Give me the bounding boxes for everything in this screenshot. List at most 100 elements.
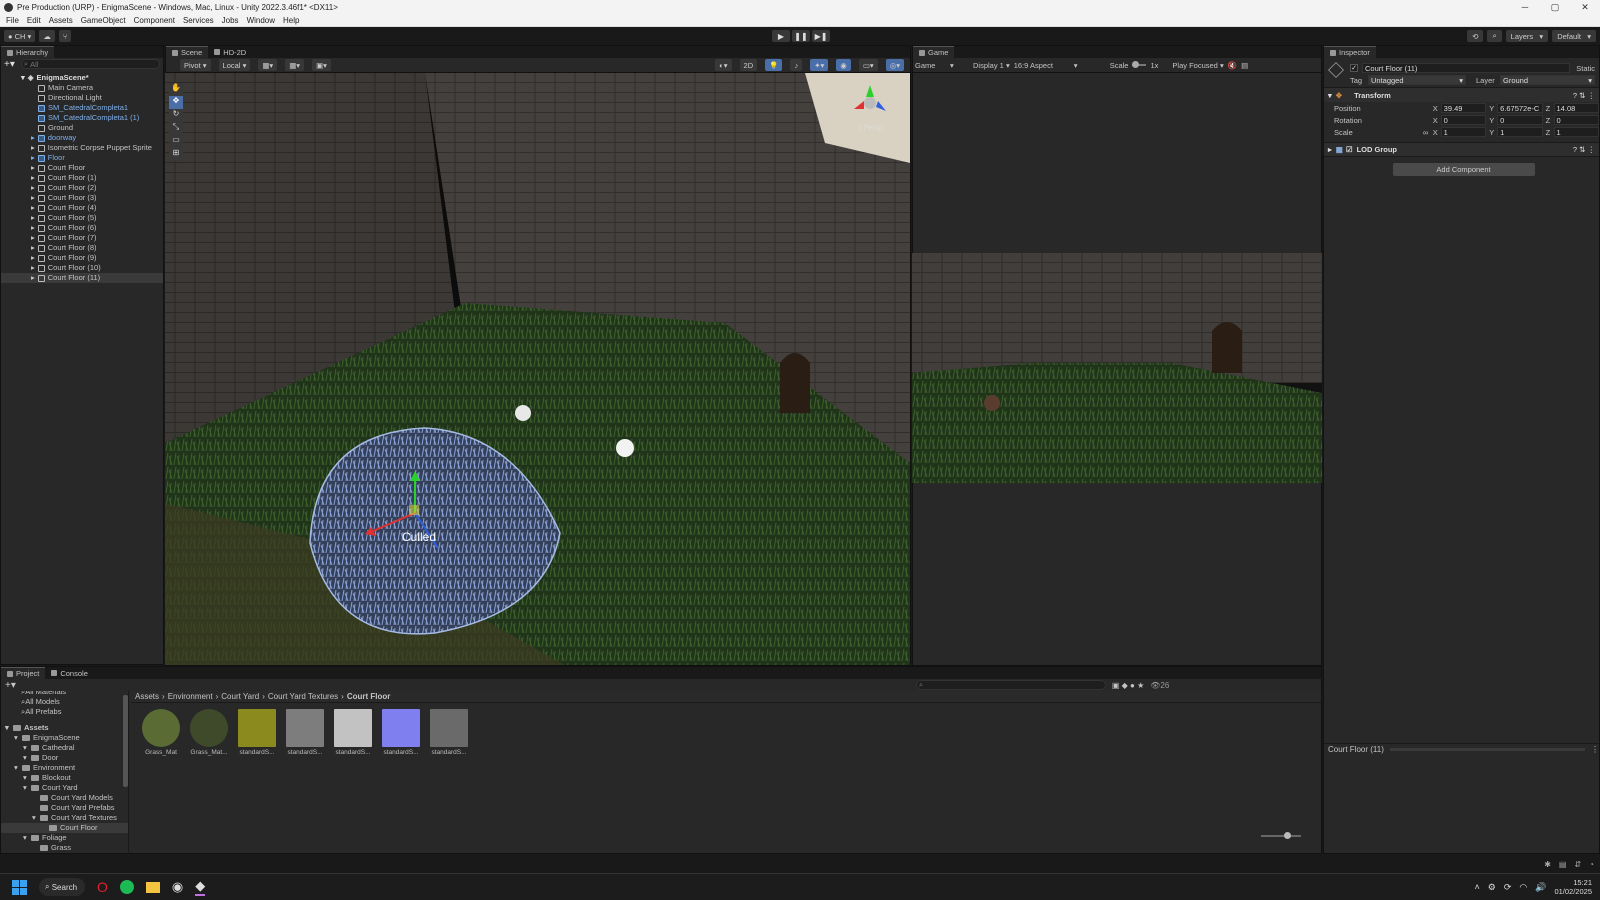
tab-game[interactable]: Game: [913, 46, 955, 58]
gizmos-dropdown[interactable]: ◎▾: [885, 59, 904, 71]
breadcrumb-item[interactable]: Environment: [168, 692, 213, 701]
layout-dropdown[interactable]: Default ▾: [1552, 30, 1596, 42]
network-icon[interactable]: ⇵: [1574, 860, 1581, 869]
expand-arrow-icon[interactable]: ▸: [31, 203, 35, 213]
mode-2d-button[interactable]: 2D: [739, 59, 758, 71]
expand-arrow-icon[interactable]: ▸: [31, 233, 35, 243]
expand-arrow-icon[interactable]: ▾: [32, 813, 40, 823]
expand-arrow-icon[interactable]: ▸: [31, 273, 35, 283]
gizmo-center[interactable]: [409, 505, 419, 515]
hierarchy-item[interactable]: ▸ Court Floor (4): [1, 203, 163, 213]
object-name-field[interactable]: Court Floor (11): [1362, 63, 1571, 73]
asset-item[interactable]: standardS...: [333, 709, 373, 756]
unity-hub-icon[interactable]: ◆: [195, 878, 206, 896]
account-button[interactable]: ● CH ▾: [4, 30, 36, 42]
tag-dropdown[interactable]: Untagged ▾: [1368, 75, 1466, 85]
hidden-objects-button[interactable]: ◉: [836, 59, 851, 71]
hierarchy-item[interactable]: ▸ Court Floor (9): [1, 253, 163, 263]
constrain-proportions-icon[interactable]: ∞: [1423, 128, 1433, 137]
draw-mode-dropdown[interactable]: ◐▾: [715, 59, 732, 71]
project-folder-item[interactable]: ▾ Court Yard Textures: [1, 813, 128, 823]
hierarchy-item[interactable]: ▸ Court Floor: [1, 163, 163, 173]
expand-arrow-icon[interactable]: ▸: [31, 173, 35, 183]
file-explorer-icon[interactable]: [145, 881, 160, 893]
expand-arrow-icon[interactable]: ▸: [31, 243, 35, 253]
project-folder-item[interactable]: ▾ Foliage: [1, 833, 128, 843]
hierarchy-item[interactable]: ▸ Court Floor (10): [1, 263, 163, 273]
menu-gameobject[interactable]: GameObject: [81, 16, 126, 25]
clock[interactable]: 15:21 01/02/2025: [1554, 878, 1592, 896]
asset-item[interactable]: standardS...: [285, 709, 325, 756]
pause-button[interactable]: ❚❚: [792, 30, 810, 42]
play-mode-dropdown[interactable]: Play Focused ▾: [1172, 61, 1223, 70]
scale-tool-icon[interactable]: ⤡: [173, 122, 179, 135]
hierarchy-item[interactable]: SM_CatedralCompleta1 (1): [1, 113, 163, 123]
game-viewport[interactable]: [912, 253, 1322, 483]
hierarchy-item[interactable]: ▸ Court Floor (1): [1, 173, 163, 183]
spotify-icon[interactable]: [119, 880, 134, 894]
scale-slider[interactable]: [1132, 61, 1147, 68]
play-button[interactable]: ▶: [772, 30, 790, 42]
expand-arrow-icon[interactable]: ▸: [31, 253, 35, 263]
expand-arrow-icon[interactable]: ▾: [14, 733, 22, 743]
breadcrumb-item[interactable]: Court Floor: [347, 692, 391, 701]
menu-jobs[interactable]: Jobs: [222, 16, 239, 25]
project-folder-item[interactable]: ▾ Cathedral: [1, 743, 128, 753]
layers-dropdown[interactable]: Layers ▾: [1505, 30, 1549, 42]
cloud-button[interactable]: ☁: [39, 30, 55, 42]
rotation-z[interactable]: 0: [1553, 115, 1600, 125]
expand-arrow-icon[interactable]: ▸: [31, 183, 35, 193]
tray-sync-icon[interactable]: ⟳: [1504, 882, 1512, 893]
lod-group-header[interactable]: ▸ ▦ ☑ LOD Group ? ⇅ ⋮: [1324, 143, 1599, 157]
grid-snap-button[interactable]: ▦▾: [258, 59, 278, 71]
position-y[interactable]: 6.67572e-C: [1497, 103, 1543, 113]
mute-audio-icon[interactable]: 🔇: [1228, 61, 1237, 70]
tab-hierarchy[interactable]: Hierarchy: [1, 46, 55, 58]
tab-inspector[interactable]: Inspector: [1324, 46, 1376, 58]
create-asset-icon[interactable]: +▾: [5, 680, 16, 691]
asset-size-slider-knob[interactable]: [1284, 832, 1291, 839]
audio-toggle-button[interactable]: ♪: [790, 59, 803, 71]
breadcrumb-item[interactable]: Assets: [135, 692, 159, 701]
menu-component[interactable]: Component: [134, 16, 175, 25]
expand-arrow-icon[interactable]: ▸: [31, 223, 35, 233]
hierarchy-search-input[interactable]: ⌕ All: [20, 59, 160, 69]
breadcrumb-item[interactable]: Court Yard: [221, 692, 259, 701]
scale-y[interactable]: 1: [1497, 127, 1543, 137]
taskbar-search[interactable]: ⌕ Search: [39, 878, 85, 896]
position-z[interactable]: 14.08: [1553, 103, 1600, 113]
asset-filter-icons[interactable]: ▣ ◆ ● ★: [1112, 681, 1144, 690]
hand-tool-icon[interactable]: ✋: [171, 83, 181, 96]
rotate-tool-icon[interactable]: ↻: [173, 109, 180, 122]
tab-scene[interactable]: Scene: [166, 46, 209, 58]
tab-console[interactable]: Console: [45, 667, 94, 679]
project-folder-item[interactable]: ▾ Assets: [1, 723, 128, 733]
lighting-toggle-button[interactable]: 💡: [765, 59, 783, 71]
rotation-y[interactable]: 0: [1497, 115, 1543, 125]
expand-arrow-icon[interactable]: ▸: [31, 163, 35, 173]
asset-item[interactable]: standardS...: [237, 709, 277, 756]
orientation-gizmo[interactable]: < Persp: [850, 83, 890, 132]
preview-resize-handle[interactable]: [1389, 748, 1585, 751]
pivot-dropdown[interactable]: Pivot ▾: [180, 59, 211, 71]
game-mode-dropdown[interactable]: Game ▾: [915, 61, 969, 70]
camera-settings-button[interactable]: ▭▾: [858, 59, 878, 71]
hierarchy-item[interactable]: ▸ Court Floor (8): [1, 243, 163, 253]
expand-arrow-icon[interactable]: ▸: [31, 263, 35, 273]
project-folder-item[interactable]: ▾ Door: [1, 753, 128, 763]
expand-arrow-icon[interactable]: ▸: [31, 213, 35, 223]
volume-icon[interactable]: 🔊: [1535, 882, 1546, 893]
asset-item[interactable]: Grass_Mat...: [189, 709, 229, 756]
project-folder-item[interactable]: ▾ Court Yard: [1, 783, 128, 793]
tray-chevron-icon[interactable]: ˄: [1474, 882, 1479, 892]
hierarchy-item[interactable]: Ground: [1, 123, 163, 133]
transform-header[interactable]: ▾ ✥ Transform ? ⇅ ⋮: [1324, 88, 1599, 102]
project-folder-item[interactable]: Court Yard Prefabs: [1, 803, 128, 813]
menu-file[interactable]: File: [6, 16, 19, 25]
hierarchy-item[interactable]: ▸ Court Floor (7): [1, 233, 163, 243]
hierarchy-item[interactable]: ▸ Court Floor (5): [1, 213, 163, 223]
local-dropdown[interactable]: Local ▾: [218, 59, 251, 71]
scene-viewport[interactable]: Culled ✋ ✥ ↻ ⤡ ▭ ⊞ < Persp: [165, 73, 910, 665]
snap-increment-button[interactable]: ▦▾: [285, 59, 305, 71]
version-control-button[interactable]: ⑂: [58, 30, 72, 42]
